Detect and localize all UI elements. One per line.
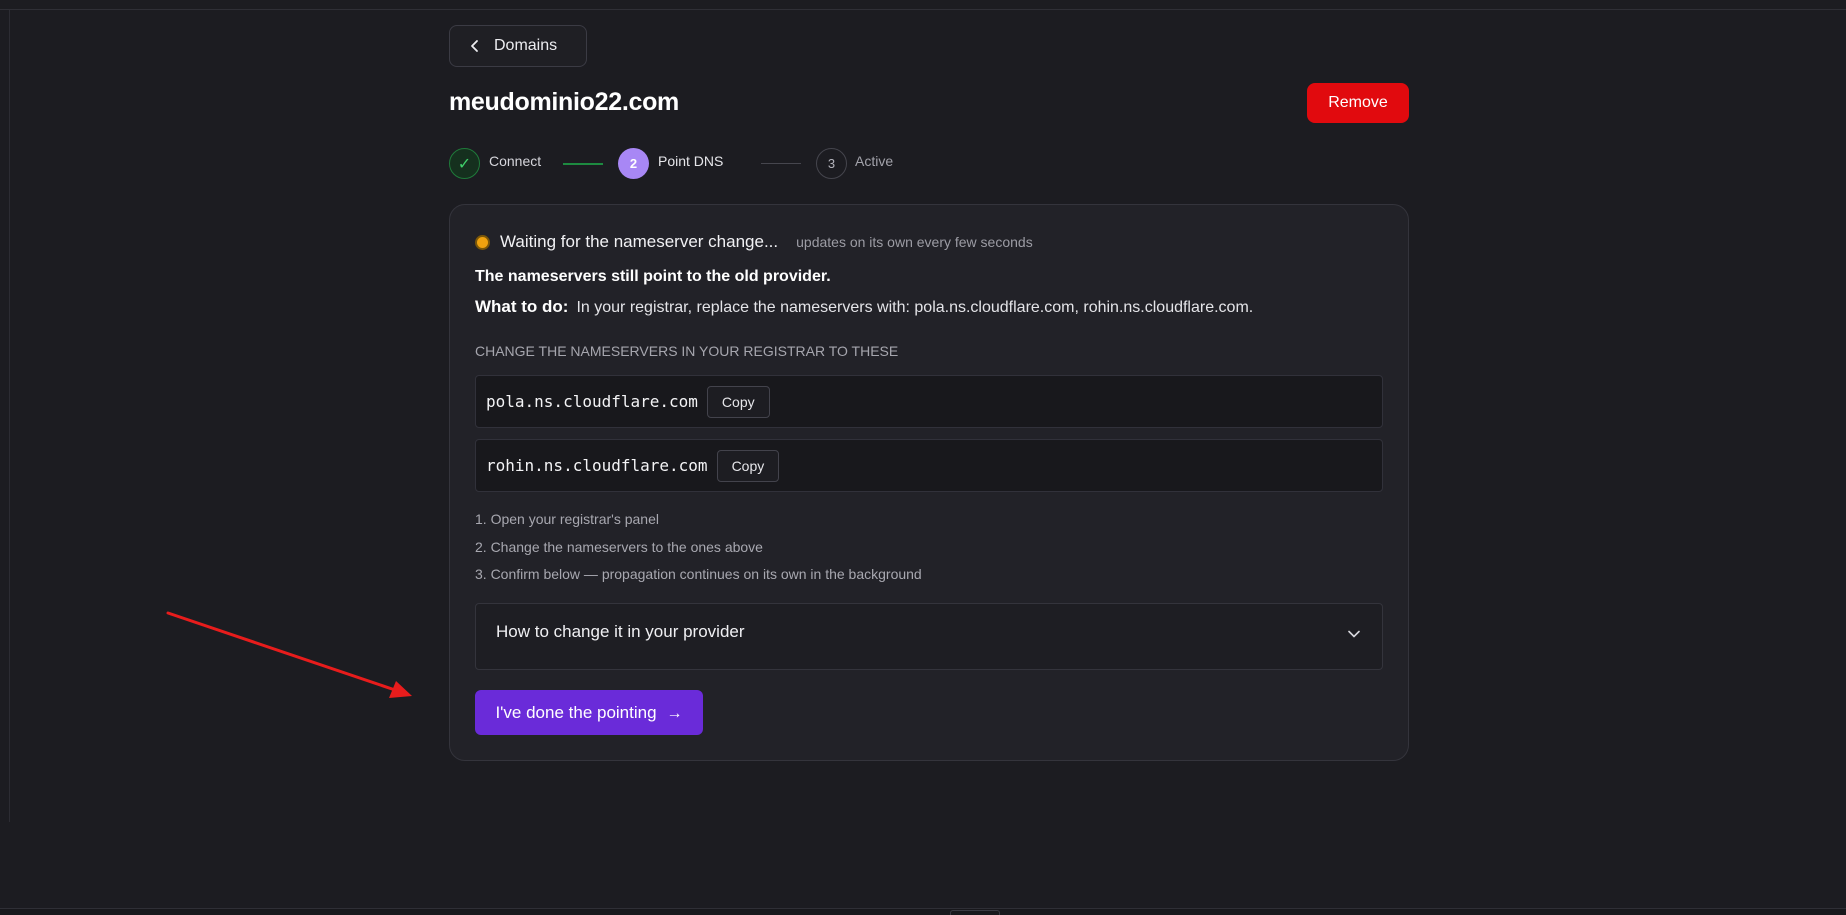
provider-help-accordion[interactable]: How to change it in your provider (475, 603, 1383, 670)
page: Domains meudominio22.com Remove ✓ Connec… (0, 0, 1846, 915)
chevron-down-icon (1348, 630, 1360, 638)
nameserver-value: rohin.ns.cloudflare.com (486, 456, 708, 475)
domain-title: meudominio22.com (449, 88, 679, 116)
confirm-pointing-button[interactable]: I've done the pointing → (475, 690, 703, 735)
nameserver-row: pola.ns.cloudflare.com Copy (475, 375, 1383, 428)
copy-nameserver-button[interactable]: Copy (716, 449, 780, 482)
back-button-label: Domains (494, 37, 558, 54)
left-divider (9, 10, 10, 822)
what-to-do-text: In your registrar, replace the nameserve… (576, 299, 1254, 316)
step-point-dns-number: 2 (618, 148, 649, 179)
status-row: Waiting for the nameserver change... upd… (475, 227, 1033, 257)
step-active-label: Active (855, 153, 894, 169)
pending-status-dot-icon (475, 234, 490, 250)
copy-nameserver-button[interactable]: Copy (706, 385, 770, 418)
accordion-title: How to change it in your provider (496, 622, 745, 641)
step-active-number: 3 (816, 148, 847, 179)
nameserver-row: rohin.ns.cloudflare.com Copy (475, 439, 1383, 492)
step-connector-pending (761, 163, 801, 164)
nameserver-value: pola.ns.cloudflare.com (486, 392, 698, 411)
step-connector-done (563, 163, 603, 165)
dns-pointing-card: Waiting for the nameserver change... upd… (449, 204, 1409, 761)
progress-stepper: ✓ Connect 2 Point DNS 3 Active (449, 148, 909, 180)
what-to-do-label: What to do: (475, 297, 569, 316)
bottom-tab (950, 910, 1000, 915)
bottom-status-strip (0, 908, 1846, 915)
problem-text: The nameservers still point to the old p… (475, 268, 831, 285)
instruction-item: 1. Open your registrar's panel (475, 511, 659, 527)
status-title: Waiting for the nameserver change... (500, 232, 779, 251)
chevron-left-icon (471, 40, 478, 52)
instruction-item: 3. Confirm below — propagation continues… (475, 566, 922, 582)
instruction-list: 1. Open your registrar's panel 2. Change… (475, 506, 922, 589)
step-connect-label: Connect (489, 153, 542, 169)
arrow-right-icon: → (666, 705, 683, 722)
confirm-button-label: I've done the pointing (495, 702, 657, 722)
what-to-do: What to do: In your registrar, replace th… (475, 297, 1253, 317)
remove-domain-button[interactable]: Remove (1307, 83, 1409, 123)
red-annotation-arrow-icon (166, 611, 412, 698)
instruction-item: 2. Change the nameservers to the ones ab… (475, 538, 763, 555)
nameservers-heading: CHANGE THE NAMESERVERS IN YOUR REGISTRAR… (475, 343, 899, 359)
back-to-domains-button[interactable]: Domains (449, 25, 587, 67)
top-border (0, 0, 1846, 10)
step-connect-check-icon: ✓ (449, 148, 480, 179)
step-point-dns-label: Point DNS (658, 153, 724, 169)
status-subtitle: updates on its own every few seconds (796, 234, 1033, 250)
